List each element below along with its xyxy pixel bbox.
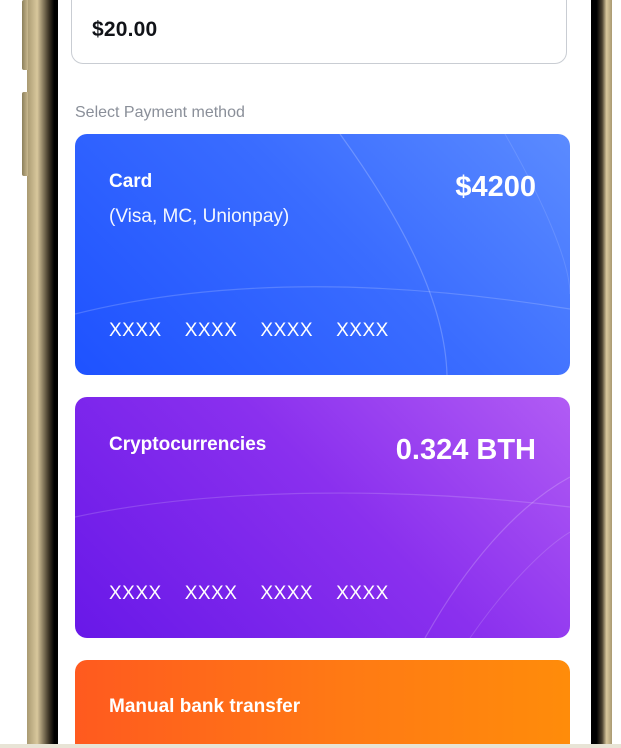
card-method-title: Card	[109, 171, 153, 192]
crypto-balance: 0.324 BTH	[395, 434, 536, 466]
card-number: XXXX XXXX XXXX XXXX	[109, 320, 389, 342]
card-number-group: XXXX	[336, 320, 389, 341]
card-number-group: XXXX	[109, 583, 162, 604]
app-stage: $20.00 Select Payment method Card (Visa,…	[0, 0, 621, 748]
bank-method-title: Manual bank transfer	[109, 696, 301, 717]
amount-field[interactable]: $20.00	[71, 0, 567, 64]
card-number-group: XXXX	[260, 583, 314, 604]
amount-value: $20.00	[92, 18, 158, 41]
bank-transfer-option[interactable]: Manual bank transfer	[75, 660, 570, 748]
card-number-group: XXXX	[184, 320, 238, 341]
bottom-edge	[0, 744, 621, 748]
card-number-group: XXXX	[260, 320, 314, 341]
card-method-subtitle: (Visa, MC, Unionpay)	[109, 206, 290, 227]
payment-method-label: Select Payment method	[75, 104, 245, 121]
card-number-group: XXXX	[184, 583, 238, 604]
card-number-group: XXXX	[336, 583, 389, 604]
crypto-method-title: Cryptocurrencies	[109, 434, 267, 455]
crypto-payment-option[interactable]: Cryptocurrencies 0.324 BTH XXXX XXXX XXX…	[75, 397, 570, 638]
phone-side-button	[22, 92, 28, 176]
phone-frame-left	[27, 0, 61, 748]
crypto-account-number: XXXX XXXX XXXX XXXX	[109, 583, 389, 605]
phone-side-button	[22, 0, 28, 70]
card-balance: $4200	[455, 171, 536, 203]
card-number-group: XXXX	[109, 320, 162, 341]
phone-screen: $20.00 Select Payment method Card (Visa,…	[58, 0, 591, 748]
payment-card-option[interactable]: Card (Visa, MC, Unionpay) $4200 XXXX XXX…	[75, 134, 570, 375]
phone-frame-right	[590, 0, 612, 748]
